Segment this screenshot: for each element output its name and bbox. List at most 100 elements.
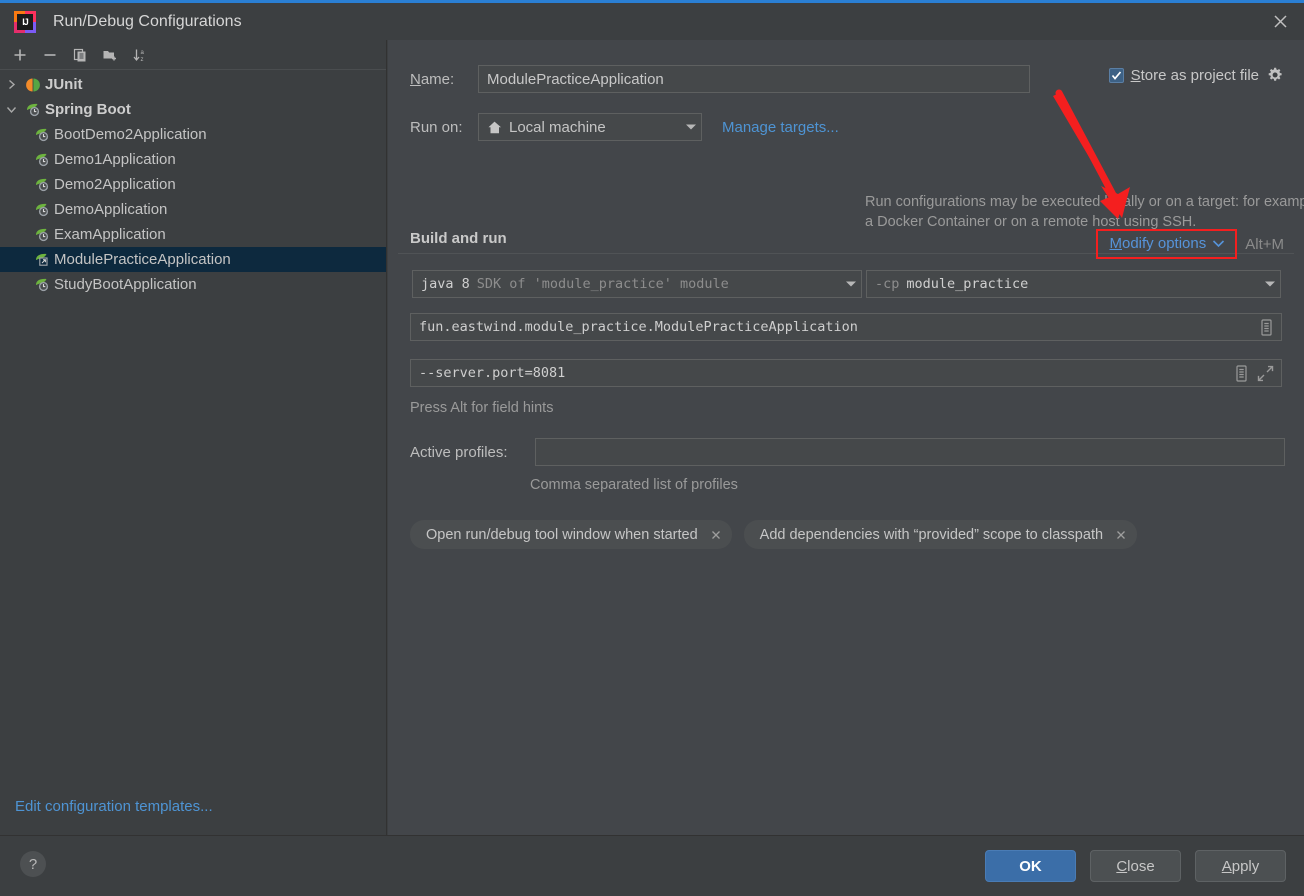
sidebar-toolbar: a z <box>0 40 386 70</box>
sidebar-item-studybootapplication[interactable]: StudyBootApplication <box>0 272 386 297</box>
build-and-run-title: Build and run <box>410 230 507 247</box>
chip-label: Open run/debug tool window when started <box>426 526 698 543</box>
run-on-label: Run on: <box>410 118 463 136</box>
intellij-idea-icon: IJ <box>14 10 36 33</box>
modify-options-area: Modify options Alt+M <box>1095 229 1284 259</box>
tree-label: BootDemo2Application <box>54 126 207 143</box>
gear-icon[interactable] <box>1266 66 1284 84</box>
modify-options-label: Modify options <box>1109 235 1207 252</box>
spring-boot-run-icon <box>31 225 53 245</box>
run-debug-configurations-dialog: IJ Run/Debug Configurations a z JUnit Sp… <box>0 0 1304 896</box>
tree-label: ExamApplication <box>54 226 166 243</box>
window-title: Run/Debug Configurations <box>53 12 242 30</box>
active-profiles-input[interactable] <box>535 438 1285 466</box>
svg-text:z: z <box>141 57 144 63</box>
chip-label: Add dependencies with “provided” scope t… <box>759 526 1104 543</box>
configuration-editor-panel: Name: ModulePracticeApplication Store as… <box>388 40 1304 835</box>
classpath-module: module_practice <box>906 276 1029 292</box>
expand-list-icon[interactable] <box>1258 318 1275 337</box>
title-bar: IJ Run/Debug Configurations <box>0 3 1304 40</box>
tree-label: Demo2Application <box>54 176 176 193</box>
tree-label: Demo1Application <box>54 151 176 168</box>
modify-options-button[interactable]: Modify options <box>1095 229 1238 259</box>
configurations-tree: JUnit Spring Boot BootDemo2Application D… <box>0 70 386 297</box>
sidebar-item-bootdemo2application[interactable]: BootDemo2Application <box>0 122 386 147</box>
classpath-dropdown[interactable]: -cp module_practice <box>866 270 1281 298</box>
close-icon[interactable] <box>1257 3 1304 40</box>
name-label: Name: <box>410 70 455 88</box>
spring-boot-run-icon <box>31 175 53 195</box>
run-on-row: Run on: Local machine Manage targets... <box>410 113 839 141</box>
tree-group-spring-boot[interactable]: Spring Boot <box>0 97 386 122</box>
sidebar-item-demo1application[interactable]: Demo1Application <box>0 147 386 172</box>
sidebar-item-modulepracticeapplication[interactable]: ModulePracticeApplication <box>0 247 386 272</box>
program-arguments-value: --server.port=8081 <box>419 365 566 381</box>
tree-label: DemoApplication <box>54 201 168 218</box>
new-folder-icon[interactable] <box>96 42 124 68</box>
help-label: ? <box>28 855 38 873</box>
name-input[interactable]: ModulePracticeApplication <box>478 65 1030 93</box>
main-class-input[interactable]: fun.eastwind.module_practice.ModulePract… <box>410 313 1282 341</box>
spring-boot-run-icon <box>31 275 53 295</box>
active-profiles-hint: Comma separated list of profiles <box>530 477 738 493</box>
home-icon <box>487 120 502 135</box>
chevron-down-icon[interactable] <box>1212 239 1225 248</box>
dialog-buttons: OK Close Apply <box>985 850 1286 882</box>
tree-label: JUnit <box>45 76 83 93</box>
sidebar-item-examapplication[interactable]: ExamApplication <box>0 222 386 247</box>
main-class-value: fun.eastwind.module_practice.ModulePract… <box>419 319 858 335</box>
store-as-project-file-label[interactable]: Store as project file <box>1131 67 1259 84</box>
store-as-project-file-row: Store as project file <box>1108 66 1284 84</box>
add-configuration-button[interactable] <box>6 42 34 68</box>
close-button[interactable]: Close <box>1090 850 1181 882</box>
active-profiles-label: Active profiles: <box>410 443 508 461</box>
name-row: Name: ModulePracticeApplication <box>410 65 1060 93</box>
run-on-description: Run configurations may be executed local… <box>865 194 1304 230</box>
jdk-value-description: SDK of 'module_practice' module <box>476 276 729 292</box>
chevron-down-icon[interactable] <box>837 280 857 288</box>
spring-boot-share-icon <box>31 250 53 270</box>
expand-list-icon[interactable] <box>1233 364 1250 383</box>
close-icon[interactable] <box>708 527 724 543</box>
expand-editor-icon[interactable] <box>1256 364 1275 383</box>
svg-text:a: a <box>141 50 145 56</box>
jdk-value-version: java 8 <box>421 276 470 292</box>
alt-field-hints-text: Press Alt for field hints <box>410 400 554 416</box>
junit-icon <box>22 75 44 95</box>
manage-targets-link[interactable]: Manage targets... <box>722 119 839 136</box>
program-arguments-input[interactable]: --server.port=8081 <box>410 359 1282 387</box>
chevron-right-icon[interactable] <box>0 72 22 97</box>
sort-alphabetically-icon[interactable]: a z <box>126 42 154 68</box>
store-as-project-file-checkbox[interactable] <box>1108 67 1124 83</box>
close-icon[interactable] <box>1113 527 1129 543</box>
help-icon[interactable]: ? <box>20 851 46 877</box>
chevron-down-icon[interactable] <box>1256 280 1276 288</box>
modify-options-shortcut: Alt+M <box>1245 235 1284 253</box>
option-chip-open-tool-window[interactable]: Open run/debug tool window when started <box>410 520 732 549</box>
chevron-down-icon[interactable] <box>677 123 697 131</box>
edit-configuration-templates-link[interactable]: Edit configuration templates... <box>15 798 213 815</box>
remove-configuration-button[interactable] <box>36 42 64 68</box>
tree-group-junit[interactable]: JUnit <box>0 72 386 97</box>
apply-button[interactable]: Apply <box>1195 850 1286 882</box>
active-profiles-row: Active profiles: <box>410 438 1285 466</box>
spring-boot-run-icon <box>31 125 53 145</box>
spring-boot-icon <box>22 100 44 120</box>
spring-boot-run-icon <box>31 150 53 170</box>
tree-label: ModulePracticeApplication <box>54 251 231 268</box>
run-on-value: Local machine <box>509 118 606 136</box>
sidebar-item-demoapplication[interactable]: DemoApplication <box>0 197 386 222</box>
spring-boot-run-icon <box>31 200 53 220</box>
run-on-dropdown[interactable]: Local machine <box>478 113 702 141</box>
option-chip-provided-scope[interactable]: Add dependencies with “provided” scope t… <box>743 520 1138 549</box>
classpath-flag: -cp <box>875 276 900 292</box>
chevron-down-icon[interactable] <box>0 97 22 122</box>
jdk-dropdown[interactable]: java 8 SDK of 'module_practice' module <box>412 270 862 298</box>
copy-icon[interactable] <box>66 42 94 68</box>
sidebar-item-demo2application[interactable]: Demo2Application <box>0 172 386 197</box>
dialog-footer: ? OK Close Apply <box>0 835 1304 896</box>
tree-label: Spring Boot <box>45 101 131 118</box>
tree-label: StudyBootApplication <box>54 276 197 293</box>
ok-button[interactable]: OK <box>985 850 1076 882</box>
option-chips: Open run/debug tool window when started … <box>410 520 1138 549</box>
